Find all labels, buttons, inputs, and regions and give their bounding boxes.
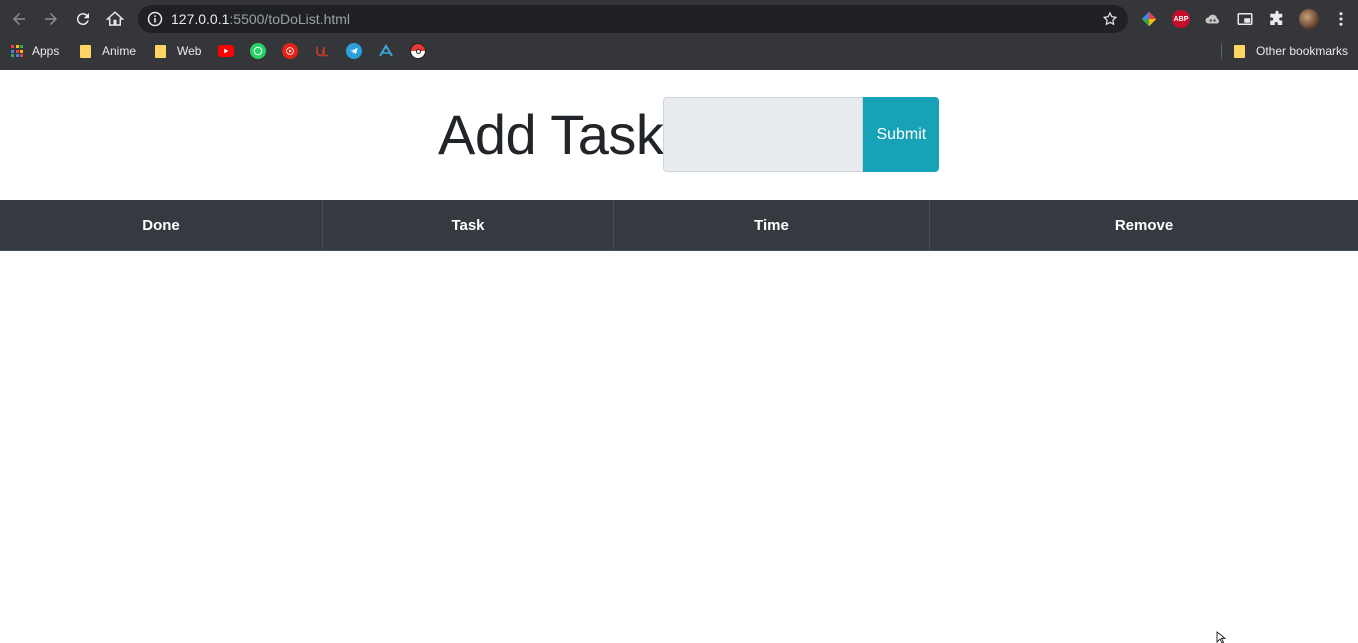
cloud-extension-icon[interactable] xyxy=(1203,9,1223,29)
bookmarks-separator xyxy=(1221,43,1222,59)
url-host: 127.0.0.1 xyxy=(171,11,230,27)
url-path: :5500/toDoList.html xyxy=(229,11,351,27)
home-icon[interactable] xyxy=(105,9,125,29)
column-header-time: Time xyxy=(614,200,930,250)
anime-site-icon[interactable] xyxy=(378,43,394,59)
telegram-icon[interactable] xyxy=(346,43,362,59)
column-header-task: Task xyxy=(323,200,614,250)
column-header-remove: Remove xyxy=(1114,216,1174,234)
bookmark-label: Other bookmarks xyxy=(1256,44,1349,58)
forward-icon[interactable] xyxy=(41,9,61,29)
profile-avatar-icon[interactable] xyxy=(1299,9,1319,29)
add-task-form: Add Task Submit xyxy=(438,97,940,172)
submit-button[interactable]: Submit xyxy=(863,97,940,172)
youtube-music-icon[interactable] xyxy=(282,43,298,59)
bookmark-label: Web xyxy=(177,44,202,58)
whatsapp-icon[interactable] xyxy=(250,43,266,59)
folder-icon xyxy=(1234,44,1245,58)
back-icon[interactable] xyxy=(9,9,29,29)
page-title: Add Task xyxy=(438,103,664,166)
column-header-done: Done xyxy=(0,200,323,250)
bookmark-star-icon[interactable] xyxy=(1102,11,1118,27)
bookmark-other-bookmarks[interactable]: Other bookmarks xyxy=(1234,42,1348,60)
folder-icon xyxy=(80,44,91,58)
adblock-plus-icon[interactable]: ABP xyxy=(1171,9,1191,29)
page-content: Add Task Submit Done Task Time Remove xyxy=(0,70,1358,640)
colorful-extension-icon[interactable] xyxy=(1139,9,1159,29)
browser-chrome: 127.0.0.1:5500/toDoList.html ABP Apps An… xyxy=(0,0,1358,70)
bookmark-folder-anime[interactable]: Anime xyxy=(80,42,136,60)
address-bar[interactable]: 127.0.0.1:5500/toDoList.html xyxy=(138,5,1128,33)
bookmark-apps[interactable]: Apps xyxy=(11,42,59,60)
task-input[interactable] xyxy=(663,97,864,172)
apps-grid-icon xyxy=(11,45,23,57)
folder-icon xyxy=(155,44,166,58)
youtube-icon[interactable] xyxy=(218,45,234,57)
adblock-label: ABP xyxy=(1172,10,1190,28)
site-info-icon[interactable] xyxy=(147,11,163,27)
browser-toolbar: 127.0.0.1:5500/toDoList.html ABP xyxy=(0,0,1358,38)
pokeball-icon[interactable] xyxy=(410,43,426,59)
avatar xyxy=(1299,9,1319,29)
udemy-icon[interactable] xyxy=(314,43,330,59)
bookmarks-bar: Apps Anime Web Other bookmarks xyxy=(0,38,1358,63)
mouse-cursor-icon xyxy=(1216,631,1226,643)
extensions-puzzle-icon[interactable] xyxy=(1267,9,1287,29)
reload-icon[interactable] xyxy=(73,9,93,29)
more-menu-icon[interactable] xyxy=(1331,9,1351,29)
bookmark-folder-web[interactable]: Web xyxy=(155,42,201,60)
bookmark-label: Anime xyxy=(102,44,137,58)
pokeball-center xyxy=(415,48,421,54)
url-text[interactable]: 127.0.0.1:5500/toDoList.html xyxy=(171,11,350,27)
bookmark-label: Apps xyxy=(32,44,60,58)
task-table-header: Done Task Time Remove xyxy=(0,200,1358,251)
picture-in-picture-icon[interactable] xyxy=(1235,9,1255,29)
